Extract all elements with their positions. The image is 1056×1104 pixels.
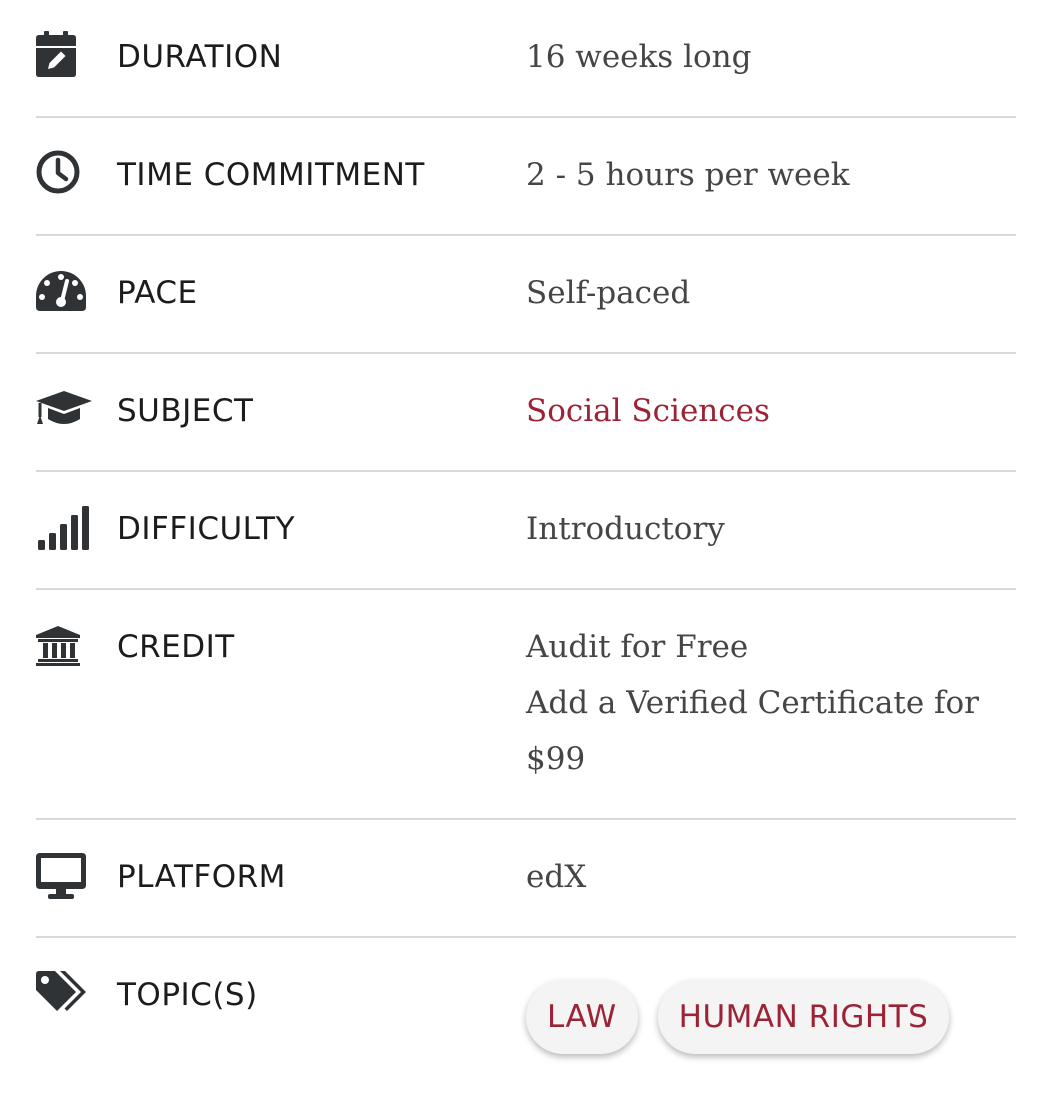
detail-row-platform: PLATFORM edX: [36, 820, 1016, 938]
signal-bars-icon: [36, 503, 92, 550]
detail-value: 2 - 5 hours per week: [526, 157, 850, 193]
credit-line: Audit for Free: [526, 629, 749, 665]
course-details-list: DURATION 16 weeks long TIME COMMITMENT 2…: [36, 0, 1016, 1098]
detail-row-time-commitment: TIME COMMITMENT 2 - 5 hours per week: [36, 118, 1016, 236]
graduation-cap-icon: [36, 385, 92, 431]
detail-label: PACE: [117, 275, 198, 311]
detail-label: CREDIT: [117, 629, 235, 665]
topic-chips: LAW HUMAN RIGHTS: [526, 980, 950, 1054]
detail-value-credit: Audit for Free Add a Verified Certificat…: [526, 619, 1016, 787]
detail-label: DIFFICULTY: [117, 511, 296, 547]
detail-label: DURATION: [117, 39, 283, 75]
speedometer-icon: [36, 267, 92, 313]
credit-line: Add a Verified Certificate for: [526, 685, 979, 721]
clock-icon: [36, 149, 92, 195]
topic-chip-human-rights[interactable]: HUMAN RIGHTS: [657, 980, 950, 1054]
detail-label: TOPIC(S): [117, 977, 258, 1013]
detail-row-credit: CREDIT Audit for Free Add a Verified Cer…: [36, 590, 1016, 820]
tags-icon: [36, 969, 92, 1015]
detail-value: Self-paced: [526, 275, 691, 311]
detail-label: TIME COMMITMENT: [117, 157, 425, 193]
topic-chip-law[interactable]: LAW: [526, 980, 638, 1054]
detail-value: 16 weeks long: [526, 39, 752, 75]
desktop-monitor-icon: [36, 851, 92, 899]
detail-value: Introductory: [526, 511, 725, 547]
institution-icon: [36, 621, 92, 667]
subject-link[interactable]: Social Sciences: [526, 383, 1016, 439]
calendar-edit-icon: [36, 31, 92, 77]
detail-row-topics: TOPIC(S) LAW HUMAN RIGHTS: [36, 938, 1016, 1098]
detail-value: edX: [526, 859, 587, 895]
detail-row-duration: DURATION 16 weeks long: [36, 0, 1016, 118]
detail-row-subject: SUBJECT Social Sciences: [36, 354, 1016, 472]
detail-label: PLATFORM: [117, 859, 286, 895]
credit-line: $99: [526, 741, 586, 777]
detail-label: SUBJECT: [117, 393, 254, 429]
detail-row-pace: PACE Self-paced: [36, 236, 1016, 354]
detail-row-difficulty: DIFFICULTY Introductory: [36, 472, 1016, 590]
